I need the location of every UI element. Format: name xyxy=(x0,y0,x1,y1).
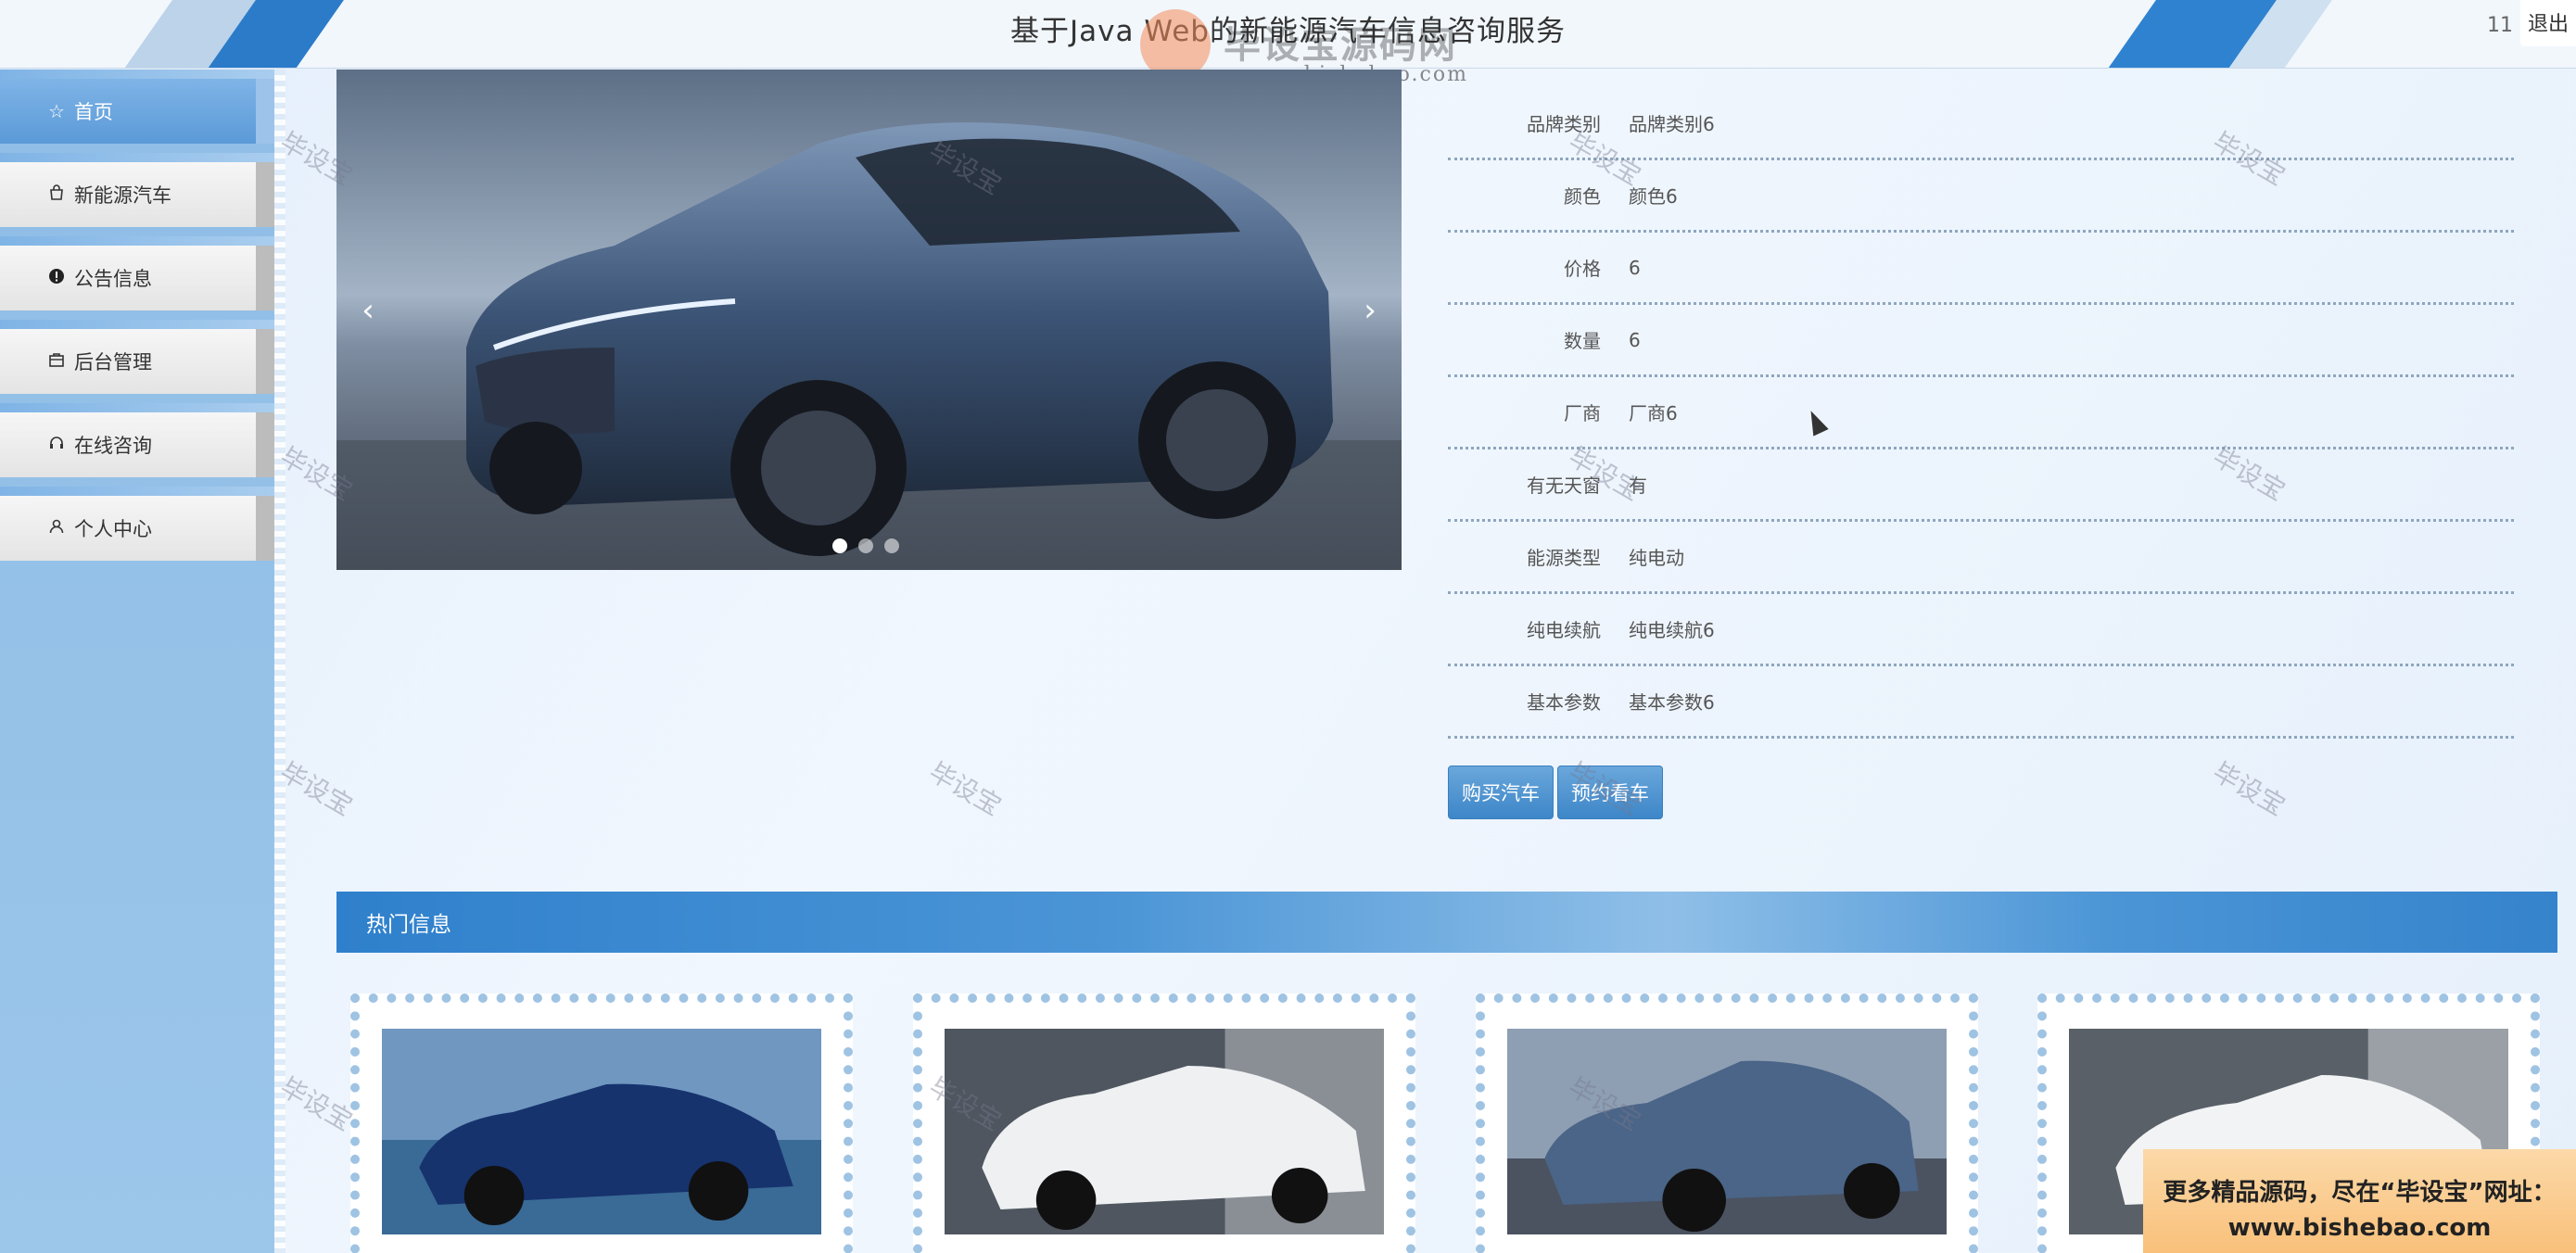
detail-row-quantity: 数量 6 xyxy=(1448,305,2514,377)
white-suv-photo xyxy=(945,1029,1384,1234)
reserve-viewing-button[interactable]: 预约看车 xyxy=(1557,766,1663,819)
sidebar-item-label: 首页 xyxy=(74,101,113,123)
promo-url: www.bishebao.com xyxy=(2227,1214,2492,1242)
watermark: 毕设宝 xyxy=(923,756,1007,822)
sidebar-item-announcements[interactable]: 公告信息 xyxy=(0,236,274,310)
sidebar-item-label: 个人中心 xyxy=(74,518,152,540)
watermark: 毕设宝 xyxy=(2207,756,2290,822)
promo-line: 更多精品源码，尽在“毕设宝”网址： xyxy=(2163,1179,2557,1207)
hot-card[interactable] xyxy=(913,994,1415,1253)
sidebar-item-online-consult[interactable]: 在线咨询 xyxy=(0,403,274,477)
sidebar: ☆ 首页 新能源汽车 公告信息 后台管理 在线咨询 个人中心 xyxy=(0,70,286,1253)
blue-crossover-photo xyxy=(1507,1029,1947,1234)
detail-row-ev-range: 纯电续航 纯电续航6 xyxy=(1448,594,2514,666)
blue-sedan-photo xyxy=(382,1029,821,1234)
hot-section-header: 热门信息 xyxy=(336,892,2557,953)
briefcase-icon xyxy=(46,350,67,373)
promo-banner: 更多精品源码，尽在“毕设宝”网址： www.bishebao.com xyxy=(2143,1149,2576,1253)
detail-label: 颜色 xyxy=(1564,185,1601,208)
user-icon xyxy=(46,517,67,539)
detail-value: 颜色6 xyxy=(1629,185,1678,208)
sidebar-item-new-energy-cars[interactable]: 新能源汽车 xyxy=(0,153,274,227)
detail-value: 纯电续航6 xyxy=(1629,619,1715,641)
sidebar-item-label: 后台管理 xyxy=(74,351,152,373)
watermark: 毕设宝 xyxy=(274,756,358,822)
carousel-dot[interactable] xyxy=(832,538,847,553)
sidebar-item-label: 新能源汽车 xyxy=(74,184,171,207)
sidebar-item-admin[interactable]: 后台管理 xyxy=(0,320,274,394)
detail-row-brand: 品牌类别 品牌类别6 xyxy=(1448,70,2514,160)
detail-row-manufacturer: 厂商 厂商6 xyxy=(1448,377,2514,449)
detail-label: 纯电续航 xyxy=(1527,619,1601,641)
carousel-next-button[interactable]: › xyxy=(1351,273,1389,348)
hot-section-title: 热门信息 xyxy=(366,913,451,937)
car-image-carousel[interactable]: ‹ › xyxy=(336,70,1402,570)
detail-label: 价格 xyxy=(1564,258,1601,280)
hot-card[interactable] xyxy=(350,994,853,1253)
detail-row-basic-params: 基本参数 基本参数6 xyxy=(1448,666,2514,739)
sidebar-item-label: 在线咨询 xyxy=(74,435,152,457)
sidebar-item-profile[interactable]: 个人中心 xyxy=(0,487,274,561)
alert-circle-icon xyxy=(46,267,67,289)
top-header: 基于Java Web的新能源汽车信息咨询服务 11 退出 xyxy=(0,0,2576,69)
detail-value: 6 xyxy=(1629,328,1641,351)
detail-value: 有 xyxy=(1629,475,1647,497)
detail-row-sunroof: 有无天窗 有 xyxy=(1448,449,2514,522)
car-photo xyxy=(336,70,1402,570)
detail-label: 基本参数 xyxy=(1527,691,1601,714)
detail-row-price: 价格 6 xyxy=(1448,233,2514,305)
carousel-dot[interactable] xyxy=(858,538,873,553)
detail-value: 基本参数6 xyxy=(1629,691,1715,714)
sidebar-item-label: 公告信息 xyxy=(74,268,152,290)
detail-row-energy-type: 能源类型 纯电动 xyxy=(1448,522,2514,594)
detail-value: 6 xyxy=(1629,256,1641,279)
user-number[interactable]: 11 xyxy=(2487,14,2513,37)
detail-label: 品牌类别 xyxy=(1527,113,1601,135)
hot-card[interactable] xyxy=(1476,994,1978,1253)
detail-value: 纯电动 xyxy=(1629,547,1684,569)
detail-label: 厂商 xyxy=(1564,402,1601,424)
shopping-bag-icon xyxy=(46,184,67,206)
buy-car-button[interactable]: 购买汽车 xyxy=(1448,766,1554,819)
headset-icon xyxy=(46,434,67,456)
carousel-prev-button[interactable]: ‹ xyxy=(349,273,387,348)
carousel-dot[interactable] xyxy=(884,538,899,553)
carousel-indicators xyxy=(832,538,899,553)
detail-label: 有无天窗 xyxy=(1527,475,1601,497)
sidebar-item-home[interactable]: ☆ 首页 xyxy=(0,70,274,144)
logout-button[interactable]: 退出 xyxy=(2520,0,2576,46)
detail-value: 厂商6 xyxy=(1629,402,1678,424)
detail-row-color: 颜色 颜色6 xyxy=(1448,160,2514,233)
car-detail-list: 品牌类别 品牌类别6 颜色 颜色6 价格 6 数量 6 厂商 厂商6 有无天窗 … xyxy=(1448,70,2514,739)
star-icon: ☆ xyxy=(48,100,65,122)
detail-label: 能源类型 xyxy=(1527,547,1601,569)
detail-value: 品牌类别6 xyxy=(1629,113,1715,135)
site-title: 基于Java Web的新能源汽车信息咨询服务 xyxy=(1010,15,1566,48)
detail-label: 数量 xyxy=(1564,330,1601,352)
detail-actions: 购买汽车 预约看车 xyxy=(1448,766,1663,819)
watermark: 毕设宝 xyxy=(274,1071,358,1137)
